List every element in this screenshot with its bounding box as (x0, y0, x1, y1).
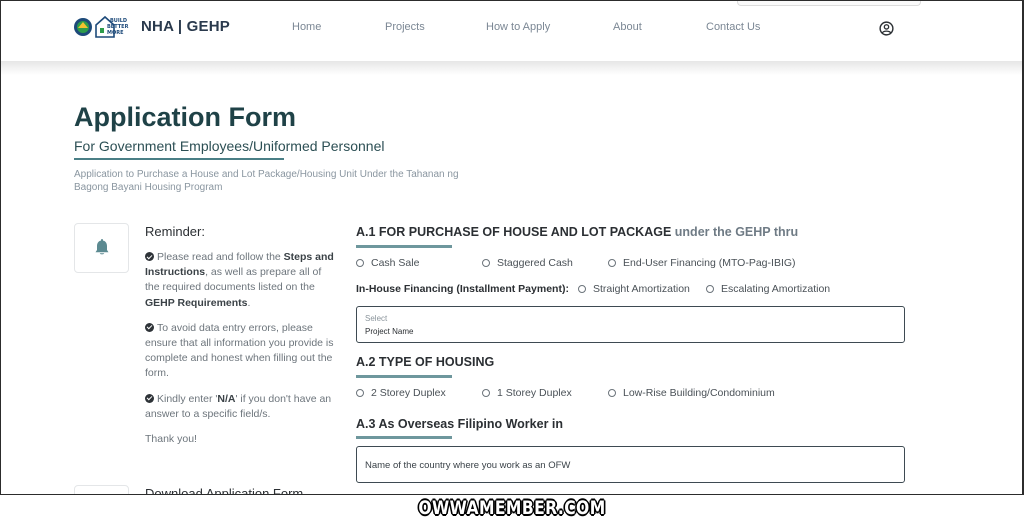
section-a2-underline (356, 375, 452, 378)
page-title: Application Form (74, 102, 296, 132)
radio-circle-icon[interactable] (482, 259, 490, 267)
download-title[interactable]: Download Application Form (145, 486, 303, 494)
inhouse-financing-label: In-House Financing (Installment Payment)… (356, 283, 569, 295)
radio-circle-icon[interactable] (482, 389, 490, 397)
select-value: Project Name (365, 327, 414, 336)
user-circle-icon[interactable] (879, 21, 894, 36)
reminder-item-na: Kindly enter 'N/A' if you don't have an … (145, 392, 332, 420)
nav-contact-us[interactable]: Contact Us (706, 21, 760, 33)
radio-end-user-financing[interactable]: End-User Financing (MTO-Pag-IBIG) (608, 257, 796, 269)
page-description: Application to Purchase a House and Lot … (74, 169, 459, 193)
radio-1-storey-duplex[interactable]: 1 Storey Duplex (482, 387, 572, 399)
section-a1-underline (356, 245, 452, 248)
radio-2-storey-duplex[interactable]: 2 Storey Duplex (356, 387, 446, 399)
bell-icon (95, 239, 108, 255)
reminder-item-steps: Please read and follow the Steps and Ins… (145, 251, 334, 309)
ofw-country-placeholder: Name of the country where you work as an… (365, 460, 571, 471)
section-a3-underline (356, 436, 452, 439)
radio-circle-icon[interactable] (578, 285, 586, 293)
section-a1-title: A.1 FOR PURCHASE OF HOUSE AND LOT PACKAG… (356, 225, 799, 239)
page-subtitle: For Government Employees/Uniformed Perso… (74, 138, 385, 154)
reminder-item-errors: To avoid data entry errors, please ensur… (145, 321, 334, 380)
watermark-text: OWWAMEMBER.COM (418, 497, 606, 519)
section-a2-title: A.2 TYPE OF HOUSING (356, 355, 495, 369)
radio-escalating-amortization[interactable]: Escalating Amortization (706, 283, 830, 295)
radio-staggered-cash[interactable]: Staggered Cash (482, 257, 573, 269)
nav-how-to-apply[interactable]: How to Apply (486, 21, 550, 33)
ofw-country-input[interactable]: Name of the country where you work as an… (356, 446, 905, 483)
header-shadow (1, 61, 1022, 75)
svg-text:MORE: MORE (107, 30, 124, 36)
browser-viewport: BUILD BETTER MORE NHA | GEHP Home Projec… (0, 0, 1024, 495)
check-circle-icon (145, 322, 154, 332)
select-label: Select (365, 314, 388, 323)
radio-circle-icon[interactable] (356, 259, 364, 267)
dropdown-edge (737, 1, 921, 6)
nav-about[interactable]: About (613, 21, 642, 33)
subtitle-underline (74, 158, 284, 160)
radio-straight-amortization[interactable]: Straight Amortization (578, 283, 690, 295)
site-header: BUILD BETTER MORE NHA | GEHP Home Projec… (1, 1, 1022, 61)
radio-circle-icon[interactable] (706, 285, 714, 293)
check-circle-icon (145, 393, 154, 403)
reminder-title: Reminder: (145, 224, 205, 239)
reminder-icon-card (74, 223, 129, 273)
radio-circle-icon[interactable] (608, 259, 616, 267)
radio-cash-sale[interactable]: Cash Sale (356, 257, 419, 269)
download-icon-card (74, 485, 129, 494)
nha-build-better-more-logo[interactable]: BUILD BETTER MORE (74, 13, 138, 39)
project-name-select[interactable]: Select Project Name (356, 306, 905, 343)
brand-name[interactable]: NHA | GEHP (141, 18, 230, 35)
nav-home[interactable]: Home (292, 21, 321, 33)
nav-projects[interactable]: Projects (385, 21, 425, 33)
gehp-requirements-link[interactable]: GEHP Requirements (145, 297, 248, 309)
reminder-list: Please read and follow the Steps and Ins… (145, 250, 335, 457)
section-a3-title: A.3 As Overseas Filipino Worker in (356, 417, 564, 431)
check-circle-icon (145, 252, 154, 261)
radio-low-rise-condominium[interactable]: Low-Rise Building/Condominium (608, 387, 775, 399)
radio-circle-icon[interactable] (356, 389, 364, 397)
reminder-thanks: Thank you! (145, 433, 197, 446)
radio-circle-icon[interactable] (608, 389, 616, 397)
